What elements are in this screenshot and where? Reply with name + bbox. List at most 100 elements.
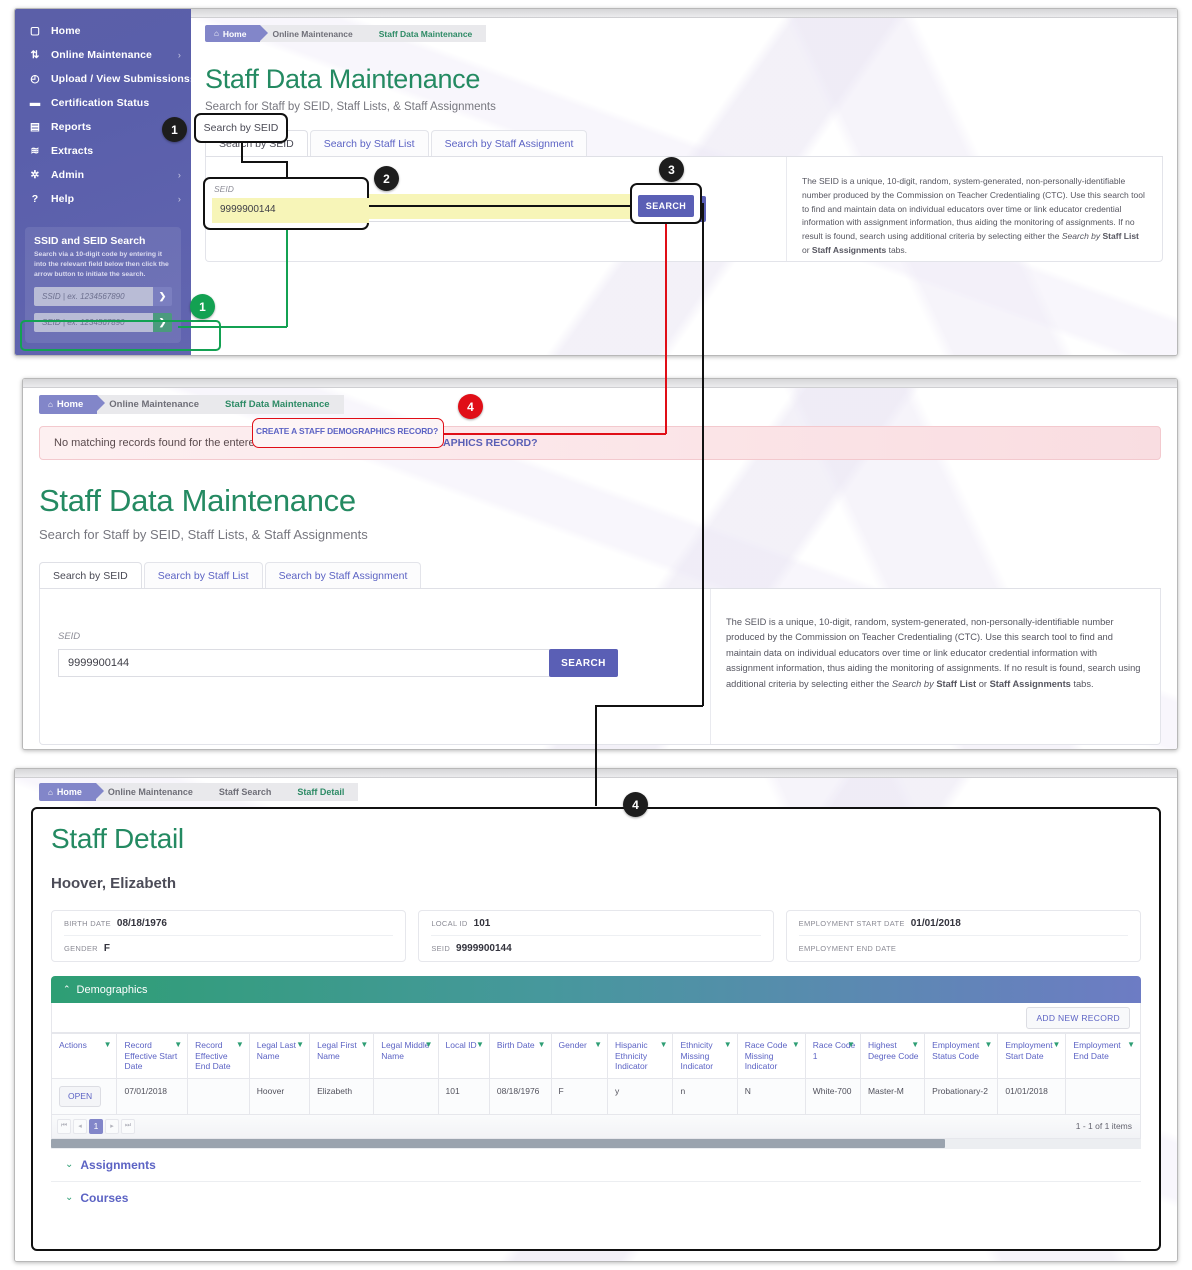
filter-icon[interactable]: ▼ [660, 1040, 668, 1050]
demographics-section-header[interactable]: ⌃ Demographics [51, 976, 1141, 1003]
open-record-button[interactable]: OPEN [59, 1085, 102, 1107]
search-button[interactable]: SEARCH [549, 649, 618, 677]
callout-badge-4-black: 4 [623, 792, 648, 817]
breadcrumb-item-online-maintenance[interactable]: Online Maintenance [97, 395, 221, 414]
ssid-go-arrow-icon[interactable]: ❯ [153, 286, 172, 306]
column-header-hispanic-ethnicity-indicator[interactable]: Hispanic Ethnicity Indicator ▼ [606, 1033, 674, 1079]
breadcrumb-label: Staff Search [218, 787, 272, 797]
breadcrumb-item-staff-search[interactable]: Staff Search [206, 783, 293, 801]
breadcrumb-item-staff-data-maintenance[interactable]: Staff Data Maintenance [366, 25, 487, 42]
breadcrumb-item-staff-data-maintenance[interactable]: Staff Data Maintenance [213, 395, 344, 414]
tab-search-by-staff-list[interactable]: Search by Staff List [309, 130, 429, 156]
filter-icon[interactable]: ▼ [476, 1040, 484, 1050]
breadcrumb-label: Home [222, 28, 247, 39]
filter-icon[interactable]: ▼ [911, 1040, 919, 1050]
page-title: Staff Data Maintenance [39, 483, 356, 518]
tab-search-by-staff-list[interactable]: Search by Staff List [143, 562, 263, 588]
tab-search-by-staff-assignment[interactable]: Search by Staff Assignment [430, 130, 588, 156]
pager-first-button[interactable]: ⏮ [57, 1118, 71, 1134]
tab-search-by-staff-assignment[interactable]: Search by Staff Assignment [264, 562, 422, 588]
pager-item-count: 1 - 1 of 1 items [1075, 1121, 1132, 1132]
filter-icon[interactable]: ▼ [984, 1040, 992, 1050]
filter-icon[interactable]: ▼ [425, 1040, 433, 1050]
create-record-link-highlighted[interactable]: CREATE A STAFF DEMOGRAPHICS RECORD? [256, 426, 442, 436]
column-header-record-effective-end-date[interactable]: Record Effective End Date ▼ [187, 1033, 250, 1079]
column-header-legal-last-name[interactable]: Legal Last Name ▼ [248, 1033, 311, 1079]
pager-prev-button[interactable]: ◂ [73, 1118, 87, 1134]
pager-next-button[interactable]: ▸ [105, 1118, 119, 1134]
filter-icon[interactable]: ▼ [538, 1040, 546, 1050]
filter-icon[interactable]: ▼ [174, 1040, 182, 1050]
column-header-highest-degree-code[interactable]: Highest Degree Code ▼ [859, 1033, 926, 1079]
filter-icon[interactable]: ▼ [847, 1040, 855, 1050]
sidebar-item-help[interactable]: ? Help › [15, 187, 191, 211]
search-button-highlighted[interactable]: SEARCH [638, 195, 694, 217]
add-new-record-button[interactable]: ADD NEW RECORD [1026, 1006, 1130, 1029]
ssid-search-row[interactable]: SSID | ex. 1234567890 ❯ [34, 286, 172, 306]
column-header-birth-date[interactable]: Birth Date ▼ [488, 1033, 552, 1079]
table-cell: n [672, 1077, 738, 1115]
filter-icon[interactable]: ▼ [104, 1040, 112, 1050]
connector-detail-h1 [595, 705, 703, 707]
accordion-assignments[interactable]: ⌄ Assignments [51, 1147, 1141, 1181]
info-text-mid: or [976, 678, 990, 689]
seid-input-highlight-contents: SEID 9999900144 [203, 177, 369, 230]
panel-staff-data-maintenance-search: ▢ Home ⇅ Online Maintenance › ◴ Upload / View … [14, 8, 1178, 356]
sidebar-item-certification-status[interactable]: ▬ Certification Status [15, 91, 191, 115]
column-header-gender[interactable]: Gender ▼ [550, 1033, 608, 1079]
column-header-legal-first-name[interactable]: Legal First Name ▼ [309, 1033, 375, 1079]
filter-icon[interactable]: ▼ [360, 1040, 368, 1050]
seid-input[interactable]: SEID | ex. 1234567890 [34, 312, 153, 332]
column-header-actions[interactable]: Actions ▼ [51, 1033, 118, 1079]
seid-go-arrow-icon[interactable]: ❯ [153, 312, 172, 332]
filter-icon[interactable]: ▼ [1127, 1040, 1135, 1050]
filter-icon[interactable]: ▼ [594, 1040, 602, 1050]
column-header-race-code-1[interactable]: Race Code 1 ▼ [804, 1033, 861, 1079]
info-text-bold-staffassignments: Staff Assignments [811, 244, 887, 255]
window-chrome-strip [23, 379, 1177, 388]
tab-search-by-seid[interactable]: Search by SEID [39, 562, 142, 588]
filter-icon[interactable]: ▼ [236, 1040, 244, 1050]
filter-icon[interactable]: ▼ [1053, 1040, 1061, 1050]
seid-search-row[interactable]: SEID | ex. 1234567890 ❯ [34, 312, 172, 332]
column-header-ethnicity-missing-indicator[interactable]: Ethnicity Missing Indicator ▼ [672, 1033, 738, 1079]
sidebar-item-online-maintenance[interactable]: ⇅ Online Maintenance › [15, 43, 191, 67]
create-staff-demographics-record-link[interactable]: CREATE A STAFF DEMOGRAPHICS RECORD? [305, 437, 538, 449]
column-header-employment-end-date[interactable]: Employment End Date ▼ [1065, 1033, 1141, 1079]
column-header-label: Actions [59, 1040, 87, 1050]
filter-icon[interactable]: ▼ [724, 1040, 732, 1050]
breadcrumb-item-home[interactable]: ⌂ Home [39, 783, 104, 801]
column-header-legal-middle-name[interactable]: Legal Middle Name ▼ [373, 1033, 439, 1079]
breadcrumb-item-staff-detail[interactable]: Staff Detail [285, 783, 359, 801]
horizontal-scrollbar-track[interactable] [51, 1138, 1141, 1148]
table-cell: 08/18/1976 [488, 1077, 552, 1115]
filter-icon[interactable]: ▼ [792, 1040, 800, 1050]
chevron-down-icon: ⌄ [65, 1192, 74, 1204]
pager-last-button[interactable]: ⏭ [121, 1118, 135, 1134]
horizontal-scrollbar-thumb[interactable] [51, 1138, 945, 1148]
sidebar-item-upload-view-submissions[interactable]: ◴ Upload / View Submissions › [15, 67, 192, 91]
breadcrumb-item-online-maintenance[interactable]: Online Maintenance [260, 25, 376, 42]
breadcrumb-label: Online Maintenance [272, 28, 353, 39]
column-header-local-id[interactable]: Local ID ▼ [437, 1033, 490, 1079]
seid-input-copy[interactable]: 9999900144 [212, 198, 369, 223]
column-header-race-code-missing-indicator[interactable]: Race Code Missing Indicator ▼ [736, 1033, 806, 1079]
accordion-courses[interactable]: ⌄ Courses [51, 1180, 1141, 1214]
sidebar-item-extracts[interactable]: ≋ Extracts [15, 139, 191, 163]
seid-search-input[interactable]: 9999900144 [58, 649, 550, 677]
filter-icon[interactable]: ▼ [296, 1040, 304, 1050]
column-header-employment-start-date[interactable]: Employment Start Date ▼ [997, 1033, 1067, 1079]
sidebar-item-home[interactable]: ▢ Home [15, 19, 191, 43]
tab-search-by-seid-highlighted[interactable]: Search by SEID [194, 113, 288, 143]
breadcrumb-item-online-maintenance[interactable]: Online Maintenance [95, 783, 215, 801]
breadcrumb: ⌂ Home Online Maintenance Staff Data Mainte… [39, 395, 344, 414]
column-header-record-effective-start-date[interactable]: Record Effective Start Date ▼ [116, 1033, 189, 1079]
breadcrumb-item-home[interactable]: ⌂ Home [39, 395, 106, 414]
pager-page-1-button[interactable]: 1 [89, 1118, 103, 1134]
sidebar-item-admin[interactable]: ✲ Admin › [15, 163, 191, 187]
column-header-employment-status-code[interactable]: Employment Status Code ▼ [924, 1033, 999, 1079]
table-cell [187, 1077, 250, 1115]
summary-label: LOCAL ID [431, 918, 468, 928]
ssid-input[interactable]: SSID | ex. 1234567890 [34, 286, 153, 306]
breadcrumb-item-home[interactable]: ⌂ Home [205, 25, 270, 42]
